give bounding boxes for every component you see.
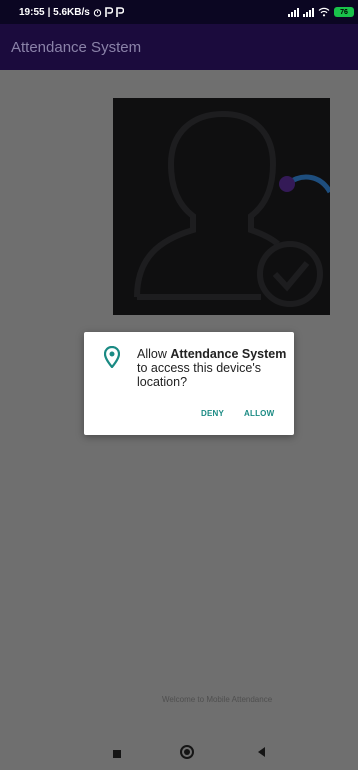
user-verified-icon xyxy=(134,110,330,307)
location-pin-icon xyxy=(104,346,120,368)
home-button[interactable] xyxy=(180,745,194,759)
wifi-icon xyxy=(318,7,330,17)
permission-dialog: Allow Attendance System to access this d… xyxy=(84,332,294,435)
alarm-icon xyxy=(93,8,102,17)
hero-image xyxy=(113,98,330,315)
recents-button[interactable] xyxy=(113,750,121,758)
navigation-bar xyxy=(0,738,358,770)
status-network-speed: | 5.6KB/s xyxy=(47,6,90,18)
status-right: 76 xyxy=(288,7,354,17)
dialog-message-prefix: Allow xyxy=(137,347,171,361)
status-bar: 19:55 | 5.6KB/s 76 xyxy=(0,0,358,24)
notification-p-icon xyxy=(105,7,113,17)
app-bar: Attendance System xyxy=(0,24,358,70)
status-time: 19:55 xyxy=(19,6,45,18)
battery-icon: 76 xyxy=(334,7,354,17)
page-title: Attendance System xyxy=(11,38,142,56)
welcome-text: Welcome to Mobile Attendance xyxy=(162,695,273,704)
dialog-message: Allow Attendance System to access this d… xyxy=(137,347,287,389)
signal-icon xyxy=(303,7,314,17)
deny-button[interactable]: DENY xyxy=(201,409,224,418)
status-left: 19:55 | 5.6KB/s xyxy=(19,7,124,18)
back-button[interactable] xyxy=(258,747,265,757)
notification-p-icon xyxy=(116,7,124,17)
home-icon xyxy=(184,749,190,755)
dialog-message-suffix: to access this device's location? xyxy=(137,361,261,389)
signal-icon xyxy=(288,7,299,17)
allow-button[interactable]: ALLOW xyxy=(244,409,274,418)
dialog-app-name: Attendance System xyxy=(170,347,287,361)
